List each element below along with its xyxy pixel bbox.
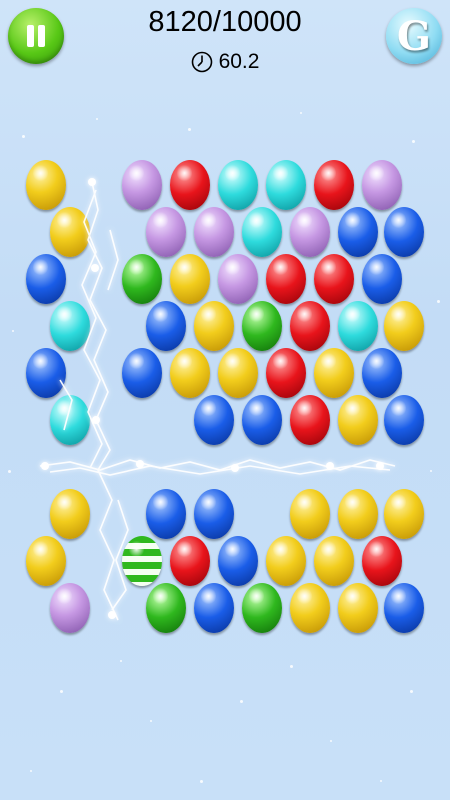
cyan-ball[interactable] xyxy=(218,160,258,210)
blue-ball[interactable] xyxy=(146,489,186,539)
blue-ball[interactable] xyxy=(218,536,258,586)
blue-ball[interactable] xyxy=(194,583,234,633)
blue-ball[interactable] xyxy=(194,395,234,445)
cyan-ball[interactable] xyxy=(50,395,90,445)
blue-ball[interactable] xyxy=(194,489,234,539)
red-ball[interactable] xyxy=(290,395,330,445)
blue-ball[interactable] xyxy=(384,395,424,445)
red-ball[interactable] xyxy=(314,160,354,210)
blue-ball[interactable] xyxy=(384,583,424,633)
red-ball[interactable] xyxy=(170,536,210,586)
yellow-ball[interactable] xyxy=(384,301,424,351)
purple-ball[interactable] xyxy=(362,160,402,210)
blue-ball[interactable] xyxy=(384,207,424,257)
cyan-ball[interactable] xyxy=(338,301,378,351)
blue-ball[interactable] xyxy=(242,395,282,445)
green-ball[interactable] xyxy=(242,301,282,351)
yellow-ball[interactable] xyxy=(50,207,90,257)
blue-ball[interactable] xyxy=(362,348,402,398)
green-ball[interactable] xyxy=(122,254,162,304)
blue-ball[interactable] xyxy=(26,254,66,304)
yellow-ball[interactable] xyxy=(170,348,210,398)
yellow-ball[interactable] xyxy=(290,583,330,633)
yellow-ball[interactable] xyxy=(338,583,378,633)
purple-ball[interactable] xyxy=(122,160,162,210)
clock-icon xyxy=(191,51,212,73)
blue-ball[interactable] xyxy=(338,207,378,257)
purple-ball[interactable] xyxy=(146,207,186,257)
yellow-ball[interactable] xyxy=(218,348,258,398)
purple-ball[interactable] xyxy=(290,207,330,257)
yellow-ball[interactable] xyxy=(26,536,66,586)
timer-value: 60.2 xyxy=(218,50,260,73)
blue-ball[interactable] xyxy=(362,254,402,304)
striped-green-ball[interactable] xyxy=(122,536,162,586)
yellow-ball[interactable] xyxy=(50,489,90,539)
blue-ball[interactable] xyxy=(146,301,186,351)
cyan-ball[interactable] xyxy=(266,160,306,210)
cyan-ball[interactable] xyxy=(242,207,282,257)
yellow-ball[interactable] xyxy=(314,536,354,586)
purple-ball[interactable] xyxy=(218,254,258,304)
yellow-ball[interactable] xyxy=(314,348,354,398)
yellow-ball[interactable] xyxy=(194,301,234,351)
red-ball[interactable] xyxy=(290,301,330,351)
red-ball[interactable] xyxy=(314,254,354,304)
red-ball[interactable] xyxy=(170,160,210,210)
yellow-ball[interactable] xyxy=(26,160,66,210)
blue-ball[interactable] xyxy=(122,348,162,398)
yellow-ball[interactable] xyxy=(170,254,210,304)
red-ball[interactable] xyxy=(266,348,306,398)
red-ball[interactable] xyxy=(266,254,306,304)
green-ball[interactable] xyxy=(242,583,282,633)
timer-display: 60.2 xyxy=(0,50,450,74)
yellow-ball[interactable] xyxy=(266,536,306,586)
yellow-ball[interactable] xyxy=(338,489,378,539)
yellow-ball[interactable] xyxy=(384,489,424,539)
purple-ball[interactable] xyxy=(194,207,234,257)
purple-ball[interactable] xyxy=(50,583,90,633)
yellow-ball[interactable] xyxy=(290,489,330,539)
yellow-ball[interactable] xyxy=(338,395,378,445)
red-ball[interactable] xyxy=(362,536,402,586)
green-ball[interactable] xyxy=(146,583,186,633)
blue-ball[interactable] xyxy=(26,348,66,398)
score-display: 8120/10000 xyxy=(148,6,302,38)
cyan-ball[interactable] xyxy=(50,301,90,351)
